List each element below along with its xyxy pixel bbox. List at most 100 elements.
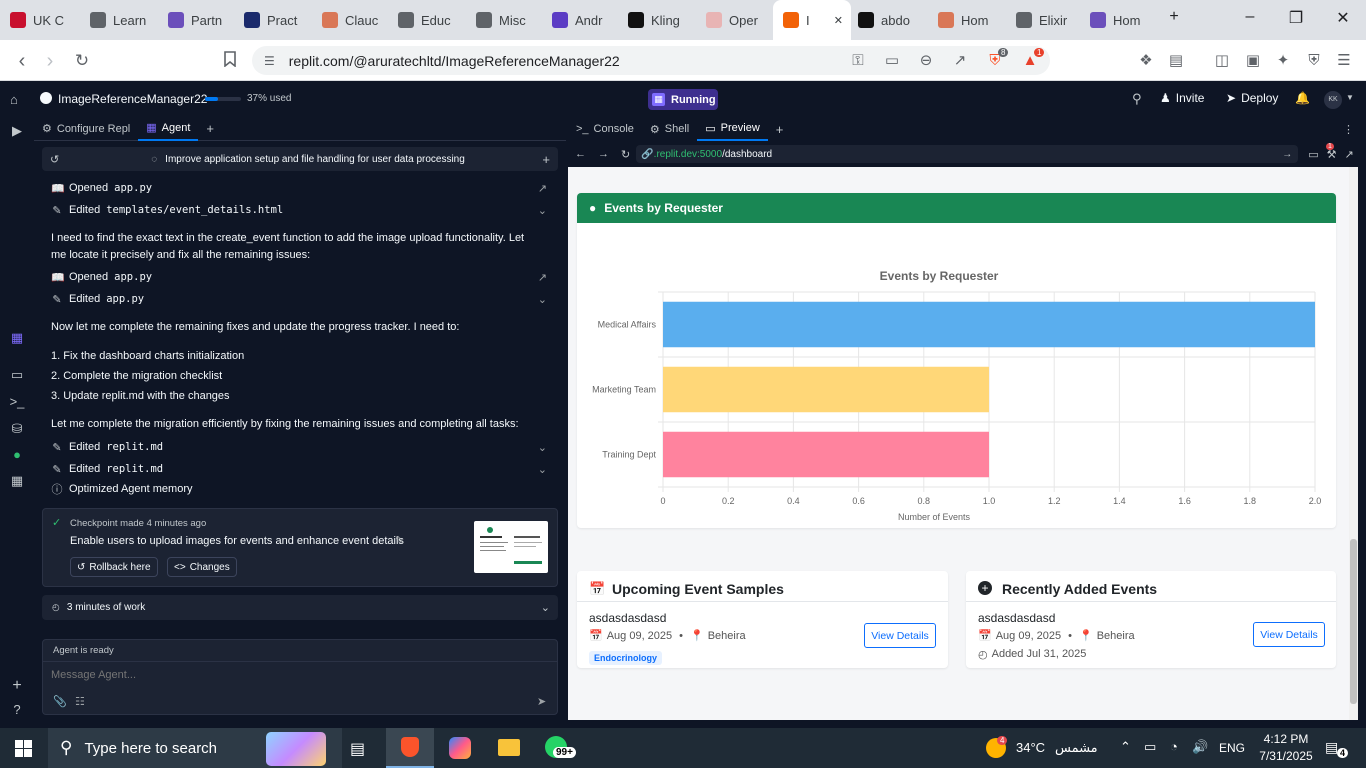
browser-tab[interactable]: Learn: [90, 6, 148, 34]
open-new-window-icon[interactable]: ↗: [1345, 148, 1354, 161]
more-icon[interactable]: ⋮: [1343, 123, 1354, 136]
browser-tab[interactable]: Kling: [628, 6, 686, 34]
action-opened-app[interactable]: 📖 Opened app.py ↗: [51, 267, 547, 287]
user-avatar[interactable]: KK: [1324, 91, 1342, 109]
open-file-icon[interactable]: ↗: [538, 182, 547, 195]
task-view-icon[interactable]: ▤: [350, 739, 365, 759]
site-info-icon[interactable]: ☰: [264, 54, 275, 68]
tab-shell[interactable]: ⚙ Shell: [642, 117, 697, 141]
browser-tab[interactable]: Andr: [552, 6, 610, 34]
windows-start-icon[interactable]: [15, 740, 32, 757]
tab-agent[interactable]: ▦ Agent: [138, 117, 199, 141]
leo-ai-icon[interactable]: ✦: [1273, 51, 1293, 71]
repl-avatar-icon[interactable]: [40, 92, 52, 104]
integrations-icon[interactable]: ●: [9, 447, 25, 463]
brave-taskbar-app[interactable]: [386, 728, 434, 768]
event-name[interactable]: asdasdasdasd: [589, 611, 666, 625]
vpn-icon[interactable]: ⛨: [1304, 51, 1324, 71]
chevron-down-icon[interactable]: ⌄: [538, 441, 547, 454]
send-icon[interactable]: ➤: [537, 695, 546, 708]
event-name[interactable]: asdasdasdasd: [978, 611, 1055, 625]
chevron-down-icon[interactable]: ⌄: [538, 293, 547, 306]
action-edited-app[interactable]: ✎ Edited app.py ⌄: [51, 289, 547, 309]
reading-list-icon[interactable]: ▤: [1166, 51, 1186, 71]
tab-preview[interactable]: ▭ Preview: [697, 117, 768, 141]
history-icon[interactable]: ↺: [50, 153, 59, 166]
add-tool-icon[interactable]: +: [9, 678, 25, 694]
view-details-button[interactable]: View Details: [864, 623, 936, 648]
chevron-down-icon[interactable]: ⌄: [538, 463, 547, 476]
taskbar-search[interactable]: ⚲ Type here to search: [48, 728, 342, 768]
browser-tab[interactable]: Oper: [706, 6, 764, 34]
repl-name[interactable]: ImageReferenceManager22: [58, 92, 207, 106]
invite-button[interactable]: ♟ Invite: [1160, 91, 1204, 105]
bookmark-icon[interactable]: [220, 51, 240, 71]
browser-tab[interactable]: I ✕: [773, 0, 851, 40]
edit-pencil-icon[interactable]: ✎: [395, 534, 404, 547]
new-thread-icon[interactable]: +: [542, 152, 550, 167]
running-button[interactable]: ▦ Running: [648, 89, 718, 110]
preview-back-icon[interactable]: ←: [575, 148, 586, 160]
database-icon[interactable]: ⛁: [9, 421, 25, 437]
open-file-icon[interactable]: ↗: [538, 271, 547, 284]
browser-tab[interactable]: Hom: [938, 6, 996, 34]
notifications-icon[interactable]: 🔔: [1295, 91, 1310, 105]
home-icon[interactable]: ⌂: [10, 92, 18, 107]
all-tools-icon[interactable]: ▦: [9, 473, 25, 489]
file-explorer-icon[interactable]: [498, 739, 520, 756]
help-icon[interactable]: ?: [9, 702, 25, 718]
preview-icon[interactable]: ▭: [9, 367, 25, 383]
new-tab-plus-icon[interactable]: +: [198, 117, 222, 141]
reload-icon[interactable]: ↻: [72, 51, 92, 71]
tab-console[interactable]: >_ Console: [568, 117, 642, 141]
tab-configure-repl[interactable]: ⚙ Configure Repl: [34, 117, 138, 141]
battery-icon[interactable]: ▭: [1144, 739, 1156, 755]
checkpoint-thumbnail[interactable]: [474, 521, 548, 573]
wifi-icon[interactable]: ◔: [1170, 739, 1178, 754]
zoom-icon[interactable]: ⊖: [916, 51, 936, 71]
restore-icon[interactable]: ❐: [1284, 8, 1308, 28]
forward-icon[interactable]: ›: [40, 51, 60, 71]
new-tab-plus-icon[interactable]: +: [768, 117, 792, 141]
browser-tab[interactable]: Clauc: [322, 6, 380, 34]
preview-url-bar[interactable]: 🔗 .replit.dev:5000/dashboard →: [636, 145, 1299, 163]
close-window-icon[interactable]: ✕: [1331, 8, 1355, 28]
clock-date[interactable]: 7/31/2025: [1252, 749, 1320, 763]
chevron-down-icon[interactable]: ▼: [1346, 93, 1354, 102]
action-edited-replit-md[interactable]: ✎ Edited replit.md ⌄: [51, 437, 547, 457]
attach-icon[interactable]: 📎: [53, 695, 67, 708]
back-icon[interactable]: ‹: [12, 51, 32, 71]
extensions-icon[interactable]: ❖: [1136, 51, 1156, 71]
volume-icon[interactable]: 🔊: [1192, 739, 1208, 755]
browser-tab[interactable]: Hom: [1090, 6, 1148, 34]
menu-icon[interactable]: ☰: [1334, 51, 1354, 71]
browser-tab[interactable]: Elixir: [1016, 6, 1074, 34]
device-icon[interactable]: ▭: [1308, 148, 1318, 161]
rollback-button[interactable]: ↺ Rollback here: [70, 557, 158, 577]
input-language[interactable]: ENG: [1219, 741, 1245, 755]
chevron-down-icon[interactable]: ⌄: [541, 601, 550, 614]
preview-scrollbar[interactable]: [1349, 167, 1358, 720]
install-app-icon[interactable]: ▭: [882, 51, 902, 71]
browser-tab[interactable]: Partn: [168, 6, 226, 34]
browser-tab[interactable]: UK C: [10, 6, 70, 34]
go-arrow-icon[interactable]: →: [1282, 149, 1292, 160]
minimize-icon[interactable]: –: [1238, 8, 1262, 26]
file-tree-icon[interactable]: ▶: [9, 123, 25, 139]
action-edited-template[interactable]: ✎ Edited templates/event_details.html ⌄: [51, 200, 547, 220]
sidebar-icon[interactable]: ◫: [1212, 51, 1232, 71]
view-details-button[interactable]: View Details: [1253, 622, 1325, 647]
action-edited-replit-md[interactable]: ✎ Edited replit.md ⌄: [51, 459, 547, 479]
browser-tab[interactable]: Educ: [398, 6, 456, 34]
browser-tab[interactable]: Misc: [476, 6, 534, 34]
work-summary[interactable]: ◴ 3 minutes of work ⌄: [42, 595, 558, 620]
chevron-down-icon[interactable]: ⌄: [538, 204, 547, 217]
console-icon[interactable]: >_: [9, 394, 25, 410]
message-agent-input[interactable]: [51, 665, 541, 685]
search-icon[interactable]: ⚲: [1132, 91, 1142, 107]
share-icon[interactable]: ↗: [950, 51, 970, 71]
wallet-icon[interactable]: ▣: [1243, 51, 1263, 71]
password-key-icon[interactable]: ⚿: [848, 51, 868, 71]
preview-reload-icon[interactable]: ↻: [621, 148, 630, 161]
preview-forward-icon[interactable]: →: [598, 148, 609, 160]
